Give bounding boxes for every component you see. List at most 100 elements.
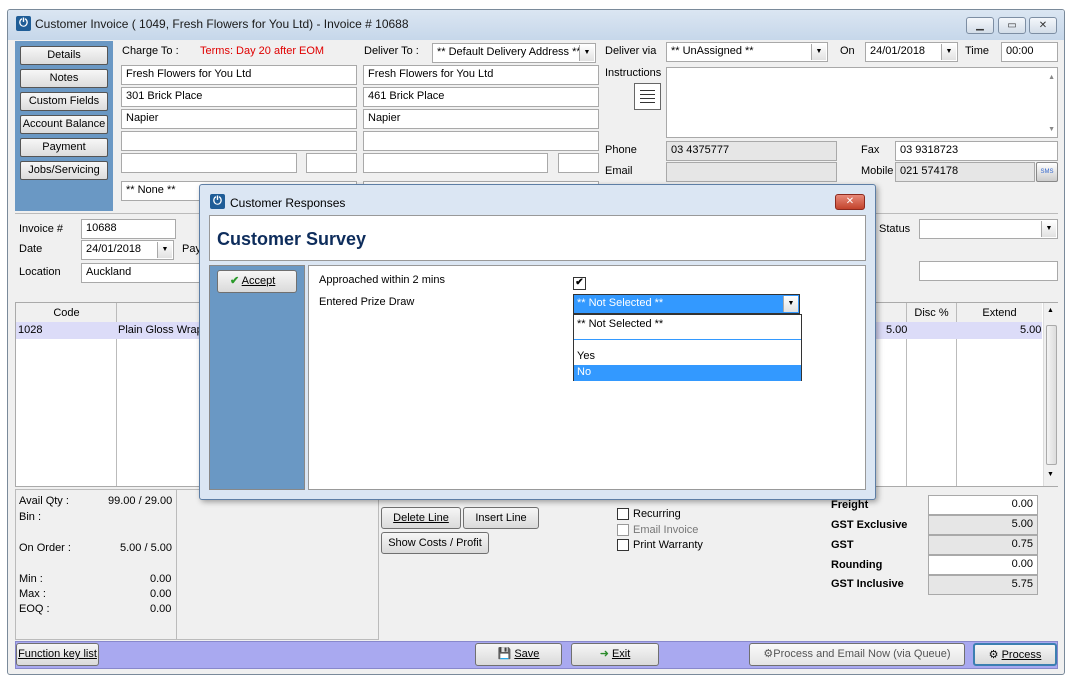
deliver-via-select[interactable]: ** UnAssigned ** ▼ (666, 42, 828, 62)
process-button[interactable]: ⚙ Process (973, 643, 1057, 666)
dropdown-option-yes[interactable]: Yes (574, 349, 801, 365)
close-icon: ✕ (1038, 20, 1048, 31)
close-button[interactable]: ✕ (1029, 17, 1057, 34)
dropdown-option-blank[interactable] (574, 339, 801, 340)
delivery-date-field[interactable]: 24/01/2018 ▼ (865, 42, 958, 62)
exit-icon: ➜ (599, 648, 609, 660)
email-field[interactable] (666, 162, 837, 182)
gst-exclusive-value: 5.00 (928, 515, 1038, 535)
terms-text: Terms: Day 20 after EOM (200, 45, 325, 57)
charge-to-line-4[interactable] (121, 131, 357, 151)
min-value: 0.00 (150, 573, 172, 585)
dropdown-option-not-selected[interactable]: ** Not Selected ** (574, 317, 801, 333)
invoice-date-value: 24/01/2018 (86, 243, 142, 255)
question-1-checkbox[interactable]: ✔ (573, 277, 586, 290)
deliver-to-city-field[interactable] (363, 153, 548, 173)
charge-to-contact-value: ** None ** (126, 184, 176, 196)
email-invoice-checkbox[interactable] (617, 524, 629, 536)
function-key-list-button[interactable]: Function key list (16, 643, 99, 666)
process-email-label: Process and Email Now (via Queue) (773, 648, 951, 660)
title-bar: ⏻ Customer Invoice ( 1049, Fresh Flowers… (8, 10, 1064, 40)
status-extra-field[interactable] (919, 261, 1058, 281)
process-email-button[interactable]: ⚙Process and Email Now (via Queue) (749, 643, 965, 666)
charge-to-label: Charge To : (122, 45, 179, 57)
insert-line-button[interactable]: Insert Line (463, 507, 539, 529)
deliver-to-line-3[interactable]: Napier (363, 109, 599, 129)
charge-to-postcode-field[interactable] (306, 153, 357, 173)
question-2-dropdown: ** Not Selected ** Yes No (573, 314, 802, 381)
sidebar-item-details[interactable]: Details (20, 46, 108, 65)
scroll-up-icon[interactable]: ▲ (1048, 74, 1055, 81)
max-value: 0.00 (150, 588, 172, 600)
delivery-address-select[interactable]: ** Default Delivery Address ** ▼ (432, 43, 596, 63)
notes-panel (177, 489, 379, 640)
print-warranty-checkbox[interactable] (617, 539, 629, 551)
sidebar-item-account-balance[interactable]: Account Balance (20, 115, 108, 134)
phone-label: Phone (605, 144, 637, 156)
row-code: 1028 (18, 324, 43, 336)
row-extend: 5.00 (1020, 324, 1042, 336)
notepad-icon[interactable] (634, 83, 661, 110)
deliver-to-line-1[interactable]: Fresh Flowers for You Ltd (363, 65, 599, 85)
instructions-label: Instructions (605, 67, 662, 79)
delivery-address-value: ** Default Delivery Address ** (437, 46, 581, 58)
function-key-list-label: Function key list (18, 648, 97, 660)
freight-label: Freight (831, 499, 869, 511)
delete-line-button[interactable]: Delete Line (381, 507, 461, 529)
phone-field[interactable]: 03 4375777 (666, 141, 837, 161)
invoice-date-label: Date (19, 243, 43, 255)
location-select[interactable]: Auckland (81, 263, 211, 283)
sidebar-item-jobs-servicing[interactable]: Jobs/Servicing (20, 161, 108, 180)
grid-header-price (877, 303, 906, 323)
invoice-number-field[interactable]: 10688 (81, 219, 176, 239)
sidebar-item-custom-fields[interactable]: Custom Fields (20, 92, 108, 111)
recurring-checkbox[interactable] (617, 508, 629, 520)
delivery-time-field[interactable]: 00:00 (1001, 42, 1058, 62)
fax-label: Fax (861, 144, 880, 156)
delete-line-label: Delete Line (393, 512, 449, 524)
deliver-to-postcode-field[interactable] (558, 153, 599, 173)
save-label: Save (514, 648, 540, 660)
scroll-up-icon[interactable]: ▲ (1047, 307, 1054, 314)
print-warranty-label: Print Warranty (633, 539, 703, 551)
show-costs-button[interactable]: Show Costs / Profit (381, 532, 489, 554)
scroll-down-icon[interactable]: ▼ (1048, 126, 1055, 133)
gst-exclusive-label: GST Exclusive (831, 519, 908, 531)
maximize-button[interactable]: ▭ (998, 17, 1026, 34)
scroll-down-icon[interactable]: ▼ (1047, 471, 1054, 478)
dialog-close-button[interactable]: ✕ (835, 194, 865, 210)
accept-button[interactable]: ✔ Accept (217, 270, 297, 293)
sidebar-item-payment[interactable]: Payment (20, 138, 108, 157)
insert-line-label: Insert Line (475, 512, 527, 524)
sms-label: SMS (1040, 169, 1054, 175)
exit-button[interactable]: ➜ Exit (571, 643, 659, 666)
scroll-thumb[interactable] (1046, 325, 1057, 465)
save-button[interactable]: 💾 Save (475, 643, 562, 666)
status-select[interactable]: ▼ (919, 219, 1058, 239)
minimize-button[interactable]: ▁ (966, 17, 994, 34)
dialog-sidebar (209, 265, 305, 490)
mobile-field[interactable]: 021 574178 (895, 162, 1035, 182)
charge-to-line-2[interactable]: 301 Brick Place (121, 87, 357, 107)
sms-icon[interactable]: SMS (1036, 162, 1058, 182)
deliver-to-label: Deliver To : (364, 45, 419, 57)
dropdown-option-no[interactable]: No (574, 365, 801, 381)
freight-field[interactable]: 0.00 (928, 495, 1038, 515)
deliver-to-line-4[interactable] (363, 131, 599, 151)
sidebar-item-notes[interactable]: Notes (20, 69, 108, 88)
rounding-field[interactable]: 0.00 (928, 555, 1038, 575)
email-label: Email (605, 165, 633, 177)
check-icon: ✔ (230, 275, 240, 287)
deliver-to-line-2[interactable]: 461 Brick Place (363, 87, 599, 107)
charge-to-line-3[interactable]: Napier (121, 109, 357, 129)
instructions-textarea[interactable]: ▲ ▼ (666, 67, 1058, 138)
invoice-date-field[interactable]: 24/01/2018 ▼ (81, 240, 174, 260)
invoice-number-label: Invoice # (19, 223, 64, 235)
question-2-select[interactable]: ** Not Selected ** ▼ (573, 294, 800, 314)
fax-field[interactable]: 03 9318723 (895, 141, 1058, 161)
charge-to-line-1[interactable]: Fresh Flowers for You Ltd (121, 65, 357, 85)
eoq-value: 0.00 (150, 603, 172, 615)
mobile-label: Mobile (861, 165, 894, 177)
grid-scrollbar[interactable]: ▲ ▼ (1043, 303, 1058, 486)
charge-to-city-field[interactable] (121, 153, 297, 173)
